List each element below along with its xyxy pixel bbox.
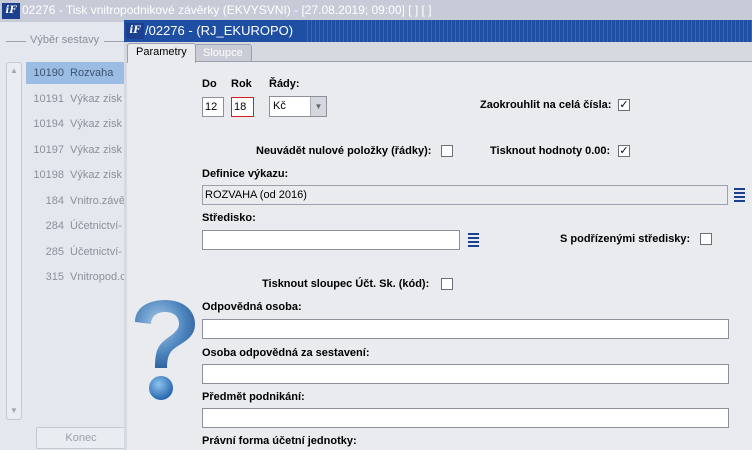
rady-select-value: Kč	[273, 100, 286, 112]
pravni-forma-label: Právní forma účetní jednotky:	[202, 435, 357, 447]
parametry-panel: Do Rok Řády: 12 18 Kč ▼ Zaokrouhlit na c…	[127, 61, 752, 450]
dialog-title: /02276 - (RJ_EKUROPO)	[145, 23, 294, 38]
rady-label: Řády:	[269, 78, 300, 90]
rok-label: Rok	[231, 78, 252, 90]
tisknout-sloupec-label: Tisknout sloupec Účt. Sk. (kód):	[262, 278, 430, 290]
neuvadet-label: Neuvádět nulové položky (řádky):	[256, 145, 432, 157]
background-title-bar: iF 02276 - Tisk vnitropodnikové závěrky …	[0, 0, 752, 22]
do-label: Do	[202, 78, 217, 90]
list-icon[interactable]	[732, 186, 746, 204]
podrizenymi-checkbox[interactable]	[700, 233, 712, 245]
zaokrouhlit-label: Zaokrouhlit na celá čísla:	[480, 99, 612, 111]
report-list-item[interactable]: 10194 Výkaz zisk	[26, 113, 126, 135]
odpovedna-input[interactable]	[202, 319, 729, 339]
tisknout-hodnoty-label: Tisknout hodnoty 0.00:	[490, 145, 611, 157]
odpovedna-label: Odpovědná osoba:	[202, 301, 302, 313]
stredisko-input[interactable]	[202, 230, 460, 250]
app-logo-icon: iF	[126, 23, 144, 39]
dialog-title-bar[interactable]: iF /02276 - (RJ_EKUROPO)	[124, 20, 752, 42]
do-input[interactable]: 12	[202, 97, 224, 117]
konec-button[interactable]: Konec	[36, 427, 126, 449]
tisknout-sloupec-checkbox[interactable]	[441, 278, 453, 290]
predmet-label: Předmět podnikání:	[202, 391, 305, 403]
report-group-label: Výběr sestavy	[30, 34, 100, 46]
chevron-down-icon[interactable]: ▼	[310, 97, 326, 116]
podrizenymi-label: S podřízenými středisky:	[560, 233, 691, 245]
definice-label: Definice výkazu:	[202, 168, 289, 180]
parameters-dialog: iF /02276 - (RJ_EKUROPO) Parametry Sloup…	[124, 20, 752, 450]
list-icon[interactable]	[466, 231, 480, 249]
report-list-item[interactable]: 10198 Výkaz zisk	[26, 164, 126, 186]
report-list-item[interactable]: 184 Vnitro.závě	[26, 190, 126, 212]
predmet-input[interactable]	[202, 408, 729, 428]
group-divider	[6, 41, 26, 42]
report-list-item[interactable]: 284 Účetnictví-	[26, 215, 126, 237]
report-list-item[interactable]: 10190 Rozvaha	[26, 62, 126, 84]
tisknout-hodnoty-checkbox[interactable]: ✓	[618, 145, 630, 157]
tab-sloupce[interactable]: Sloupce	[194, 44, 252, 62]
scroll-up-icon[interactable]: ▲	[7, 64, 21, 78]
background-window-title: 02276 - Tisk vnitropodnikové závěrky (EK…	[22, 3, 432, 17]
stredisko-label: Středisko:	[202, 212, 256, 224]
tab-parametry[interactable]: Parametry	[127, 43, 196, 63]
report-list-item[interactable]: 315 Vnitropod.c	[26, 266, 126, 288]
help-question-icon	[135, 300, 195, 400]
scroll-down-icon[interactable]: ▼	[7, 404, 21, 418]
neuvadet-checkbox[interactable]	[441, 145, 453, 157]
app-logo-icon: iF	[2, 3, 20, 19]
group-divider	[104, 41, 124, 42]
report-list-item[interactable]: 285 Účetnictví-	[26, 241, 126, 263]
tab-bar: Parametry Sloupce	[124, 42, 752, 63]
report-list-item[interactable]: 10197 Výkaz zisk	[26, 139, 126, 161]
definice-field[interactable]: ROZVAHA (od 2016)	[202, 185, 728, 205]
report-list-item[interactable]: 10191 Výkaz zisk	[26, 88, 126, 110]
rady-select[interactable]: Kč ▼	[269, 96, 327, 117]
osoba-sestaveni-label: Osoba odpovědná za sestavení:	[202, 347, 370, 359]
report-list-scrollbar[interactable]: ▲ ▼	[6, 62, 22, 420]
osoba-sestaveni-input[interactable]	[202, 364, 729, 384]
zaokrouhlit-checkbox[interactable]: ✓	[618, 99, 630, 111]
rok-input[interactable]: 18	[231, 97, 254, 117]
